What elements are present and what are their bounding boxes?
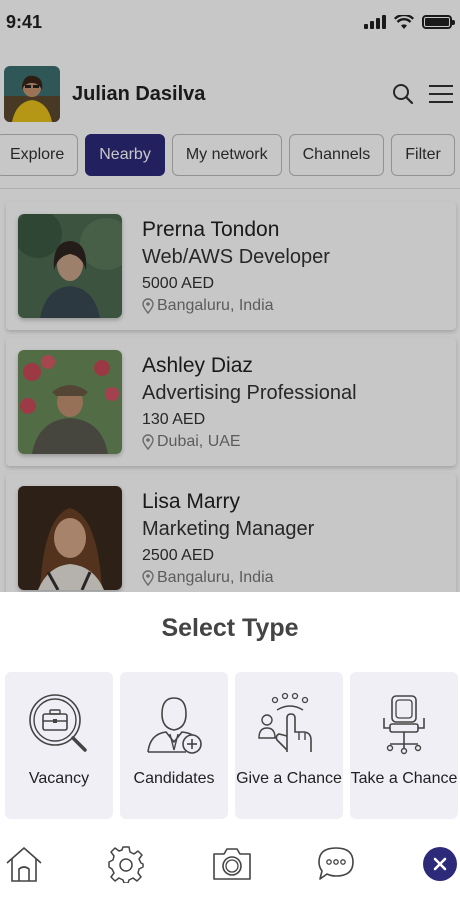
home-icon xyxy=(6,847,42,882)
nav-chat[interactable] xyxy=(314,842,358,886)
option-label: Vacancy xyxy=(28,770,90,787)
chat-icon xyxy=(318,847,354,880)
gear-icon xyxy=(108,846,144,883)
close-sheet-button[interactable] xyxy=(418,842,460,886)
office-chair-icon xyxy=(383,695,425,755)
option-vacancy[interactable]: Vacancy xyxy=(5,672,113,819)
option-give-a-chance[interactable]: Give a Chance xyxy=(235,672,343,819)
modal-backdrop[interactable] xyxy=(0,0,460,592)
option-candidates[interactable]: Candidates xyxy=(120,672,228,819)
briefcase-search-icon xyxy=(29,694,87,752)
camera-icon xyxy=(213,848,251,880)
close-icon xyxy=(423,847,457,881)
bottom-nav xyxy=(0,842,460,892)
option-label: Take a Chance xyxy=(350,770,458,787)
option-label: Candidates xyxy=(133,770,215,787)
hand-touch-icon xyxy=(258,692,312,752)
nav-settings[interactable] xyxy=(104,842,148,886)
nav-camera[interactable] xyxy=(210,842,254,886)
nav-home[interactable] xyxy=(2,842,46,886)
candidate-add-icon xyxy=(147,697,202,754)
sheet-title: Select Type xyxy=(161,614,299,642)
option-take-a-chance[interactable]: Take a Chance xyxy=(350,672,458,819)
type-options: Vacancy Candidates Give a Chance Take a … xyxy=(5,672,458,819)
option-label: Give a Chance xyxy=(236,770,342,787)
